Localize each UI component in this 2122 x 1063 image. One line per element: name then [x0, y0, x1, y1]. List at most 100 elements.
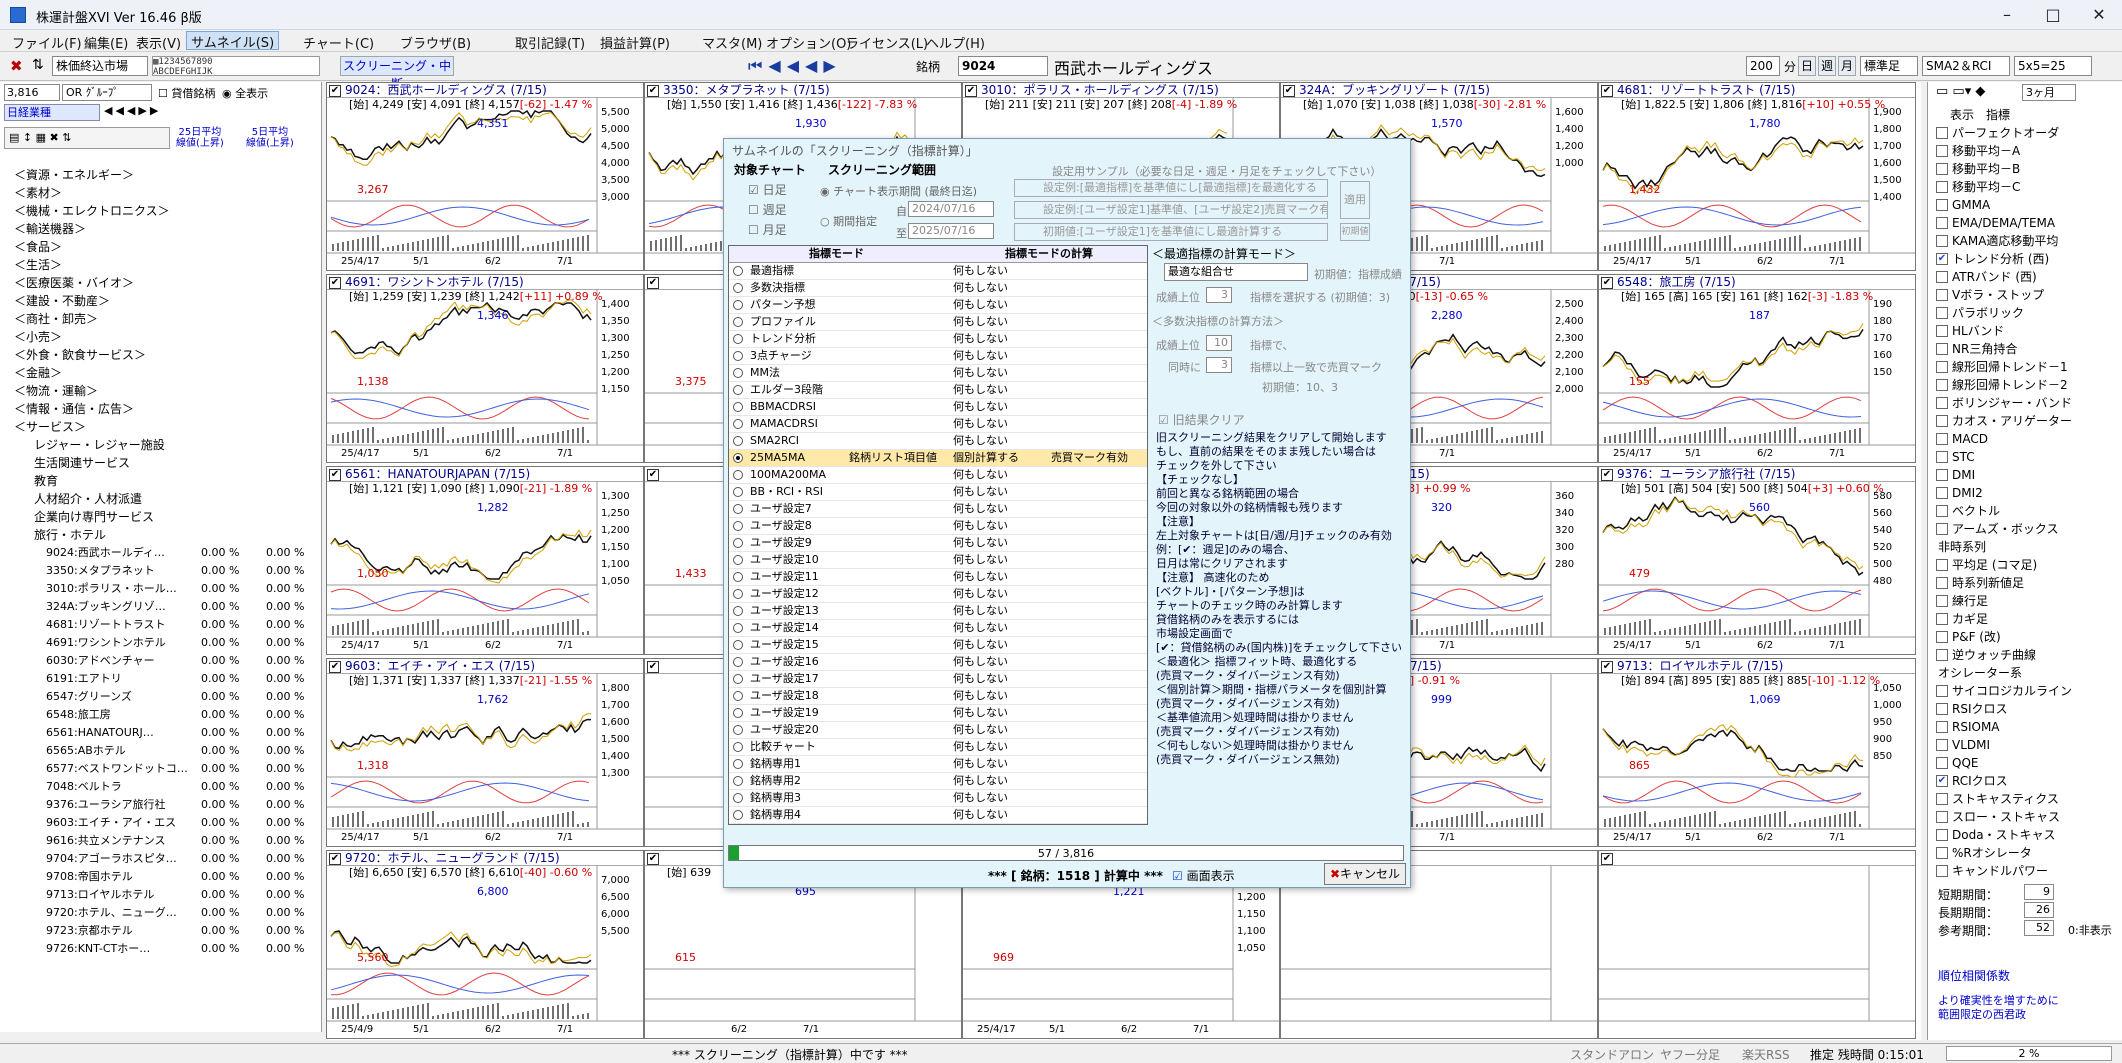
thumbnail-chart[interactable]: 9376：ユーラシア旅行社 (7/15) ✔ [始] 501 [高] 504 [安]… [1598, 466, 1916, 655]
ref-input[interactable]: 52 [2024, 920, 2054, 936]
stock-row[interactable]: 3010:ポラリス・ホール… 0.00 % 0.00 % [46, 580, 316, 598]
mode-row[interactable]: エルダー3段階 何もしない [729, 382, 1147, 399]
indicator-checkbox[interactable] [1936, 451, 1948, 463]
mode-radio[interactable] [733, 572, 743, 582]
thumbnail-chart[interactable]: 9603：エイチ・アイ・エス (7/15) ✔ [始] 1,371 [安] 1,33… [326, 658, 644, 847]
indicator-item[interactable]: スロー・ストキャス [1936, 808, 2060, 826]
indicator-checkbox[interactable] [1936, 703, 1948, 715]
to-date-input[interactable]: 2025/07/16 [908, 223, 994, 239]
mode-radio[interactable] [733, 521, 743, 531]
chart-checkbox[interactable]: ✔ [1283, 85, 1295, 97]
mode-row[interactable]: 銘柄専用3 何もしない [729, 790, 1147, 807]
indicator-checkbox[interactable] [1936, 127, 1948, 139]
tree-node[interactable]: ＜医療医薬・バイオ＞ [14, 274, 134, 292]
loan-stock-checkbox[interactable]: ☐ 貸借銘柄 [158, 85, 215, 101]
tree-node[interactable]: ＜生活＞ [14, 256, 62, 274]
mode-row[interactable]: 3点チャージ 何もしない [729, 348, 1147, 365]
stock-row[interactable]: 7048:ベルトラ 0.00 % 0.00 % [46, 778, 316, 796]
tree-node[interactable]: ＜資源・エネルギー＞ [14, 166, 134, 184]
indicator-checkbox[interactable] [1936, 181, 1948, 193]
indicator-checkbox[interactable] [1936, 433, 1948, 445]
indicator-item[interactable]: 移動平均－C [1936, 178, 2020, 196]
apply-button[interactable]: 適用 [1340, 181, 1370, 219]
page-number-buttons[interactable]: ▦1234567890 ABCDEFGHIJK [152, 56, 320, 76]
indicator-checkbox[interactable] [1936, 739, 1948, 751]
mode-radio[interactable] [733, 317, 743, 327]
mode-row[interactable]: BB・RCI・RSI 何もしない [729, 484, 1147, 501]
indicator-item[interactable]: パラボリック [1936, 304, 2024, 322]
indicator-item[interactable]: VLDMI [1936, 736, 1990, 754]
tree-node[interactable]: ＜金融＞ [14, 364, 62, 382]
period-range-select[interactable]: 3ヶ月 [2022, 84, 2076, 101]
mode-row[interactable]: MM法 何もしない [729, 365, 1147, 382]
indicator-item[interactable]: RSIOMA [1936, 718, 2000, 736]
indicator-item[interactable]: 線形回帰トレンド－1 [1936, 358, 2068, 376]
mode-radio[interactable] [733, 470, 743, 480]
chart-title[interactable]: 9713：ロイヤルホテル (7/15) [1599, 659, 1915, 674]
indicator-checkbox[interactable] [1936, 289, 1948, 301]
sample-init-button[interactable]: 初期値:[ユーザ設定1]を基準値にし最適計算する [1014, 223, 1328, 241]
indicator-item[interactable]: 移動平均－A [1936, 142, 2020, 160]
mode-row[interactable]: 100MA200MA 何もしない [729, 467, 1147, 484]
rank-input[interactable]: 3 [1206, 287, 1232, 303]
stock-row[interactable]: 9616:共立メンテナンス 0.00 % 0.00 % [46, 832, 316, 850]
mode-row[interactable]: ユーザ設定9 何もしない [729, 535, 1147, 552]
tree-node[interactable]: ＜輸送機器＞ [14, 220, 86, 238]
indicator-item[interactable]: RSIクロス [1936, 700, 2008, 718]
chart-title[interactable]: 9603：エイチ・アイ・エス (7/15) [327, 659, 643, 674]
chart-title[interactable]: 324A：ブッキングリゾート (7/15) [1281, 83, 1597, 98]
indicator-item[interactable]: Doda・ストキャス [1936, 826, 2056, 844]
stock-row[interactable]: 9704:アゴーラホスピタ… 0.00 % 0.00 % [46, 850, 316, 868]
menu-help[interactable]: ヘルプ(H) [926, 33, 985, 52]
sample-1-button[interactable]: 設定例:[最適指標]を基準値にし[最適指標]を最適化する [1014, 179, 1328, 197]
mode-row[interactable]: パターン予想 何もしない [729, 297, 1147, 314]
indicator-item[interactable]: 移動平均－B [1936, 160, 2020, 178]
tree-subnode[interactable]: 生活関連サービス [34, 454, 130, 472]
mode-row[interactable]: ユーザ設定8 何もしない [729, 518, 1147, 535]
indicator-item[interactable]: KAMA適応移動平均 [1936, 232, 2058, 250]
indicator-item[interactable]: DMI [1936, 466, 1975, 484]
chart-title[interactable]: 3350：メタプラネット (7/15) [645, 83, 961, 98]
thumbnail-chart[interactable]: 4681：リゾートトラスト (7/15) ✔ [始] 1,822.5 [安] 1,8… [1598, 82, 1916, 271]
mode-radio[interactable] [733, 300, 743, 310]
indicator-item[interactable]: ATRバンド (西) [1936, 268, 2037, 286]
thumbnail-chart[interactable]: 6561：HANATOURJAPAN (7/15) ✔ [始] 1,121 [安] … [326, 466, 644, 655]
mode-row[interactable]: 多数決指標 何もしない [729, 280, 1147, 297]
mode-row[interactable]: ユーザ設定11 何もしない [729, 569, 1147, 586]
ma25-header[interactable]: 25日平均 線値(上昇) [176, 127, 224, 149]
chart-checkbox[interactable]: ✔ [647, 661, 659, 673]
tree-nav-buttons[interactable]: ◀◀◀▶▶ [104, 104, 161, 117]
chart-checkbox[interactable]: ✔ [965, 85, 977, 97]
indicator-select[interactable]: SMA2＆RCI [1922, 56, 2010, 76]
indicator-item[interactable]: パーフェクトオーダ [1936, 124, 2059, 142]
mode-radio[interactable] [733, 351, 743, 361]
indicator-checkbox[interactable] [1936, 199, 1948, 211]
indicator-checkbox[interactable] [1936, 271, 1948, 283]
indicator-item[interactable]: ✔ RCIクロス [1936, 772, 2008, 790]
menu-license[interactable]: ライセンス(L) [846, 33, 928, 52]
chart-title[interactable]: 6548：旅工房 (7/15) [1599, 275, 1915, 290]
chart-checkbox[interactable]: ✔ [329, 661, 341, 673]
indicator-item[interactable]: MACD [1936, 430, 1988, 448]
stock-row[interactable]: 324A:ブッキングリゾ… 0.00 % 0.00 % [46, 598, 316, 616]
chart-title[interactable]: 9720：ホテル、ニューグランド (7/15) [327, 851, 643, 866]
indicator-item[interactable]: EMA/DEMA/TEMA [1936, 214, 2055, 232]
indicator-checkbox[interactable] [1936, 343, 1948, 355]
mode-row[interactable]: プロファイル 何もしない [729, 314, 1147, 331]
mode-row[interactable]: 銘柄専用2 何もしない [729, 773, 1147, 790]
chart-checkbox[interactable]: ✔ [647, 853, 659, 865]
tree-subnode[interactable]: レジャー・レジャー施設 [34, 436, 165, 454]
stock-row[interactable]: 9723:京都ホテル 0.00 % 0.00 % [46, 922, 316, 940]
indicator-checkbox[interactable]: ✔ [1936, 775, 1948, 787]
range-custom-radio[interactable]: ○ 期間指定 [820, 213, 877, 229]
menu-options[interactable]: オプション(O) [766, 33, 851, 52]
mode-row[interactable]: ユーザ設定13 何もしない [729, 603, 1147, 620]
chart-checkbox[interactable]: ✔ [647, 469, 659, 481]
best-combo-select[interactable]: 最適な組合せ [1164, 263, 1308, 281]
indicator-checkbox[interactable] [1936, 721, 1948, 733]
mode-radio[interactable] [733, 538, 743, 548]
indicator-checkbox[interactable] [1936, 307, 1948, 319]
indicator-checkbox[interactable] [1936, 631, 1948, 643]
indicator-item[interactable]: QQE [1936, 754, 1978, 772]
indicator-item[interactable]: サイコロジカルライン [1936, 682, 2072, 700]
